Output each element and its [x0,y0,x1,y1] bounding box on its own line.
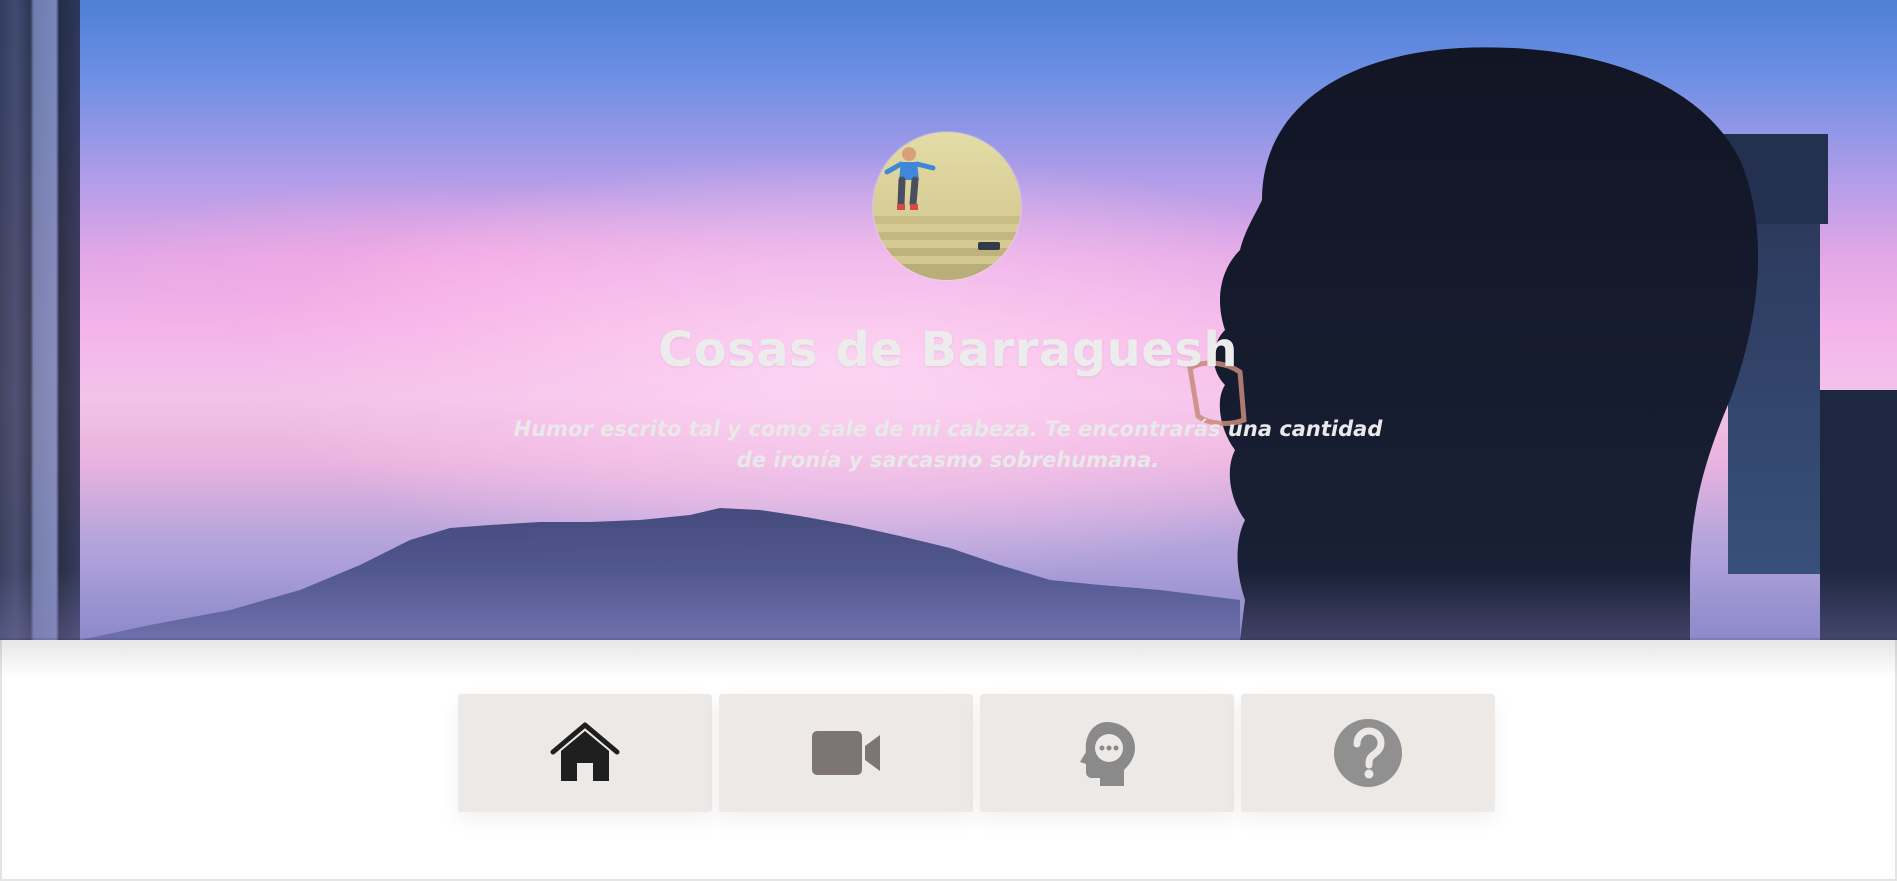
main-nav [458,694,1498,812]
thinking-head-icon [1080,722,1135,786]
video-camera-icon [812,731,880,775]
nav-thoughts-button[interactable] [980,694,1234,812]
page: Cosas de Barraguesh Humor escrito tal y … [0,0,1897,881]
nav-videos-button[interactable] [719,694,973,812]
hero-banner: Cosas de Barraguesh Humor escrito tal y … [0,0,1897,640]
hero-bottom-fade [0,570,1897,640]
site-title: Cosas de Barraguesh [657,322,1239,378]
avatar[interactable] [873,132,1021,280]
home-icon [550,722,620,781]
hero-shadow [0,638,1897,678]
avatar-jumping-person-icon [873,147,1021,280]
head-silhouette [1187,47,1897,640]
site-subtitle: Humor escrito tal y como sale de mi cabe… [513,417,1383,472]
question-circle-icon [1334,719,1402,787]
nav-about-button[interactable] [1241,694,1495,812]
nav-home-button[interactable] [458,694,712,812]
